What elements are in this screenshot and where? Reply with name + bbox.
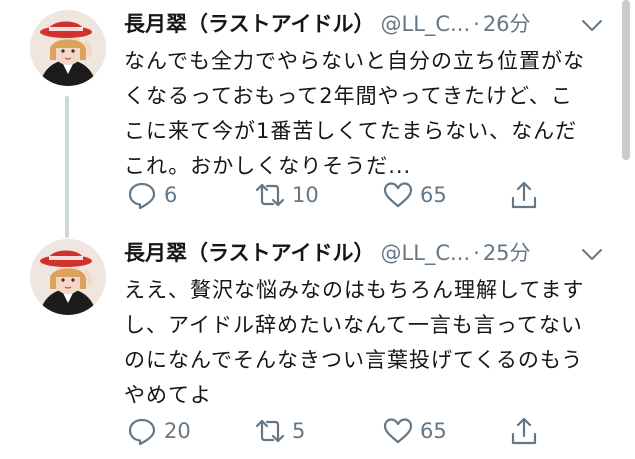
tweet-text: なんでも全力でやらないと自分の立ち位置がな くなるっておもって2年間やってきたけ… xyxy=(124,44,614,184)
tweet-header: 長月翠（ラストアイドル） @LL_C... · 26分 xyxy=(124,8,604,40)
reply-icon xyxy=(128,418,156,446)
retweet-icon xyxy=(255,183,285,207)
retweet-count: 5 xyxy=(292,419,306,443)
share-button[interactable] xyxy=(508,411,540,451)
tweet-actions: 6 10 65 xyxy=(124,175,604,215)
tweet-text-line: やめてよ xyxy=(124,383,212,407)
tweet-header: 長月翠（ラストアイドル） @LL_C... · 25分 xyxy=(124,237,604,269)
user-handle[interactable]: @LL_C... xyxy=(381,241,471,265)
like-button[interactable]: 65 xyxy=(382,411,447,451)
reply-icon xyxy=(128,182,156,210)
user-handle[interactable]: @LL_C... xyxy=(381,12,471,36)
chevron-down-icon[interactable] xyxy=(580,245,604,263)
avatar[interactable] xyxy=(30,239,106,315)
avatar-image xyxy=(30,239,106,315)
avatar[interactable] xyxy=(30,10,106,86)
like-icon xyxy=(383,418,413,444)
share-button[interactable] xyxy=(508,175,540,215)
separator-dot: · xyxy=(473,241,480,265)
timestamp[interactable]: 25分 xyxy=(483,241,531,265)
tweet-text-line: のになんでそんなきつい言葉投げてくるのもう xyxy=(124,348,584,372)
separator-dot: · xyxy=(473,12,480,36)
chevron-down-icon[interactable] xyxy=(580,16,604,34)
retweet-button[interactable]: 5 xyxy=(254,411,305,451)
avatar-image xyxy=(30,10,106,86)
tweet-text-line: なんでも全力でやらないと自分の立ち位置がな xyxy=(124,49,585,73)
tweet-actions: 20 5 65 xyxy=(124,411,604,451)
reply-count: 20 xyxy=(164,419,191,443)
reply-button[interactable]: 6 xyxy=(126,175,177,215)
share-icon xyxy=(511,181,537,209)
like-button[interactable]: 65 xyxy=(382,175,447,215)
tweet-text: ええ、贅沢な悩みなのはもちろん理解してます し、アイドル辞めたいなんて一言も言っ… xyxy=(124,273,614,413)
display-name[interactable]: 長月翠（ラストアイドル） xyxy=(124,12,375,36)
tweet-text-line: し、アイドル辞めたいなんて一言も言ってない xyxy=(124,313,583,337)
retweet-icon xyxy=(255,419,285,443)
tweet[interactable]: 長月翠（ラストアイドル） @LL_C... · 26分 なんでも全力でやらないと自分の… xyxy=(0,0,635,229)
like-icon xyxy=(383,182,413,208)
like-count: 65 xyxy=(420,183,447,207)
retweet-count: 10 xyxy=(292,183,319,207)
display-name[interactable]: 長月翠（ラストアイドル） xyxy=(124,241,375,265)
tweet-text-line: こに来て今が1番苦しくてたまらない、なんだ xyxy=(124,119,578,143)
timestamp[interactable]: 26分 xyxy=(483,12,531,36)
share-icon xyxy=(511,417,537,445)
reply-button[interactable]: 20 xyxy=(126,411,191,451)
retweet-button[interactable]: 10 xyxy=(254,175,319,215)
tweet-text-line: くなるっておもって2年間やってきたけど、こ xyxy=(124,84,573,108)
tweet[interactable]: 長月翠（ラストアイドル） @LL_C... · 25分 ええ、贅沢な悩みなのはもちろん… xyxy=(0,229,635,459)
tweet-text-line: ええ、贅沢な悩みなのはもちろん理解してます xyxy=(124,278,585,302)
reply-count: 6 xyxy=(164,183,178,207)
like-count: 65 xyxy=(420,419,447,443)
